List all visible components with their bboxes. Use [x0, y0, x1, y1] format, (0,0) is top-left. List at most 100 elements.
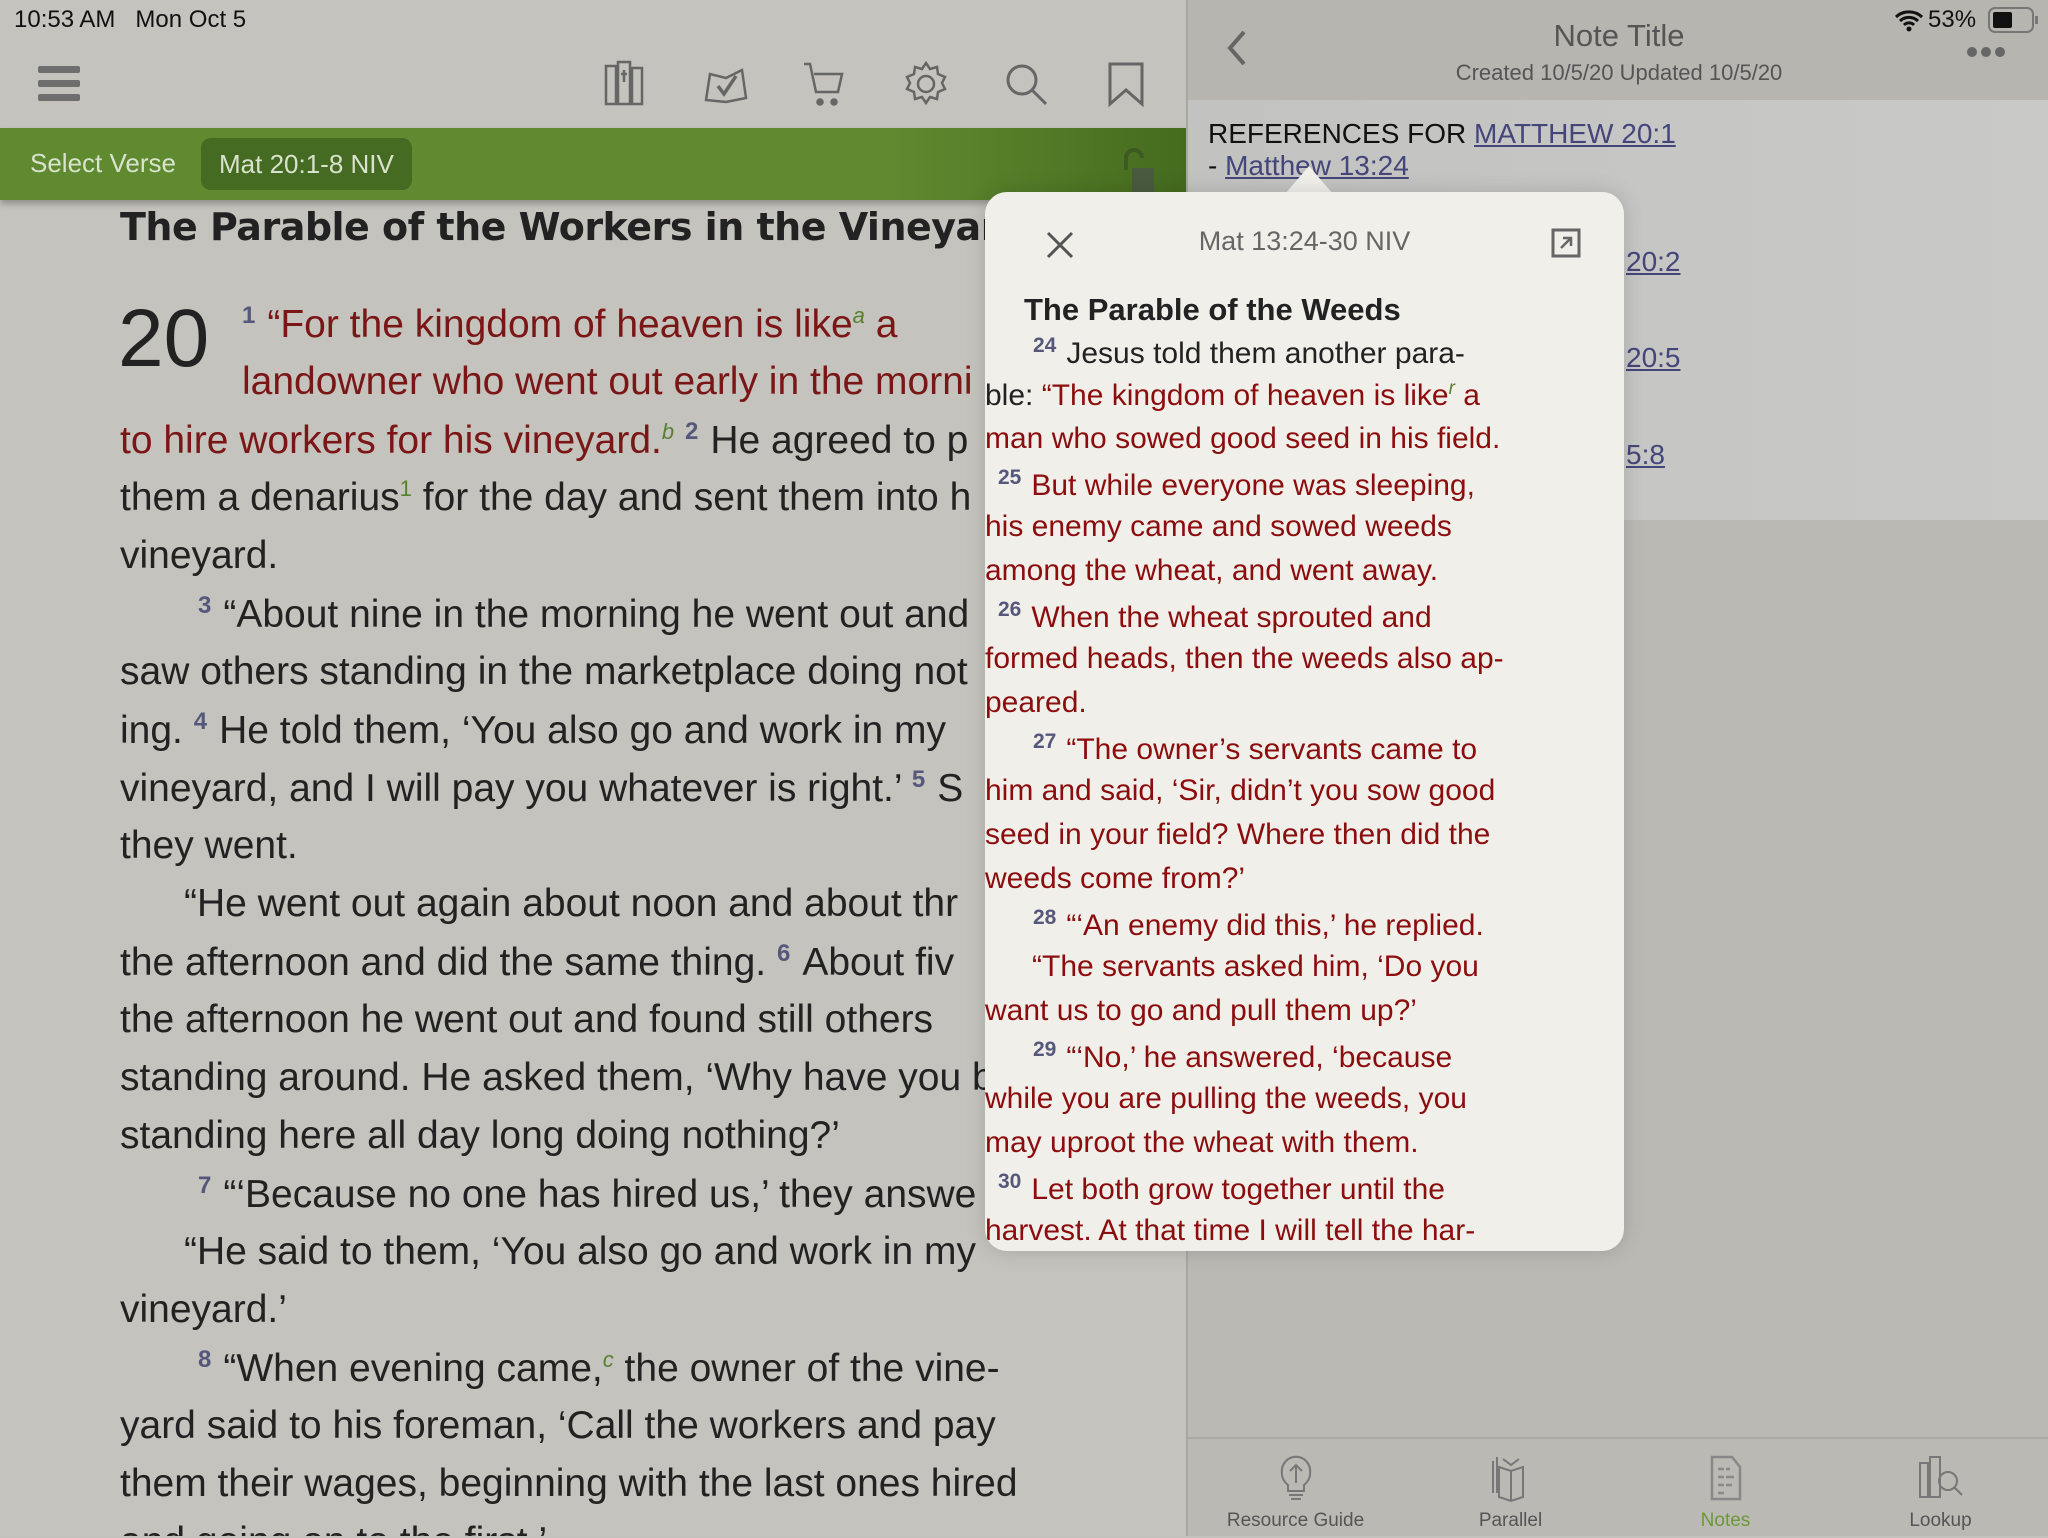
- text-line: ing. 4 He told them, ‘You also go and wor…: [120, 708, 946, 753]
- verse-number: 7: [198, 1172, 212, 1199]
- verse-popover: Mat 13:24-30 NIV The Parable of the Weed…: [985, 192, 1624, 1251]
- text-line: vineyard.: [120, 534, 278, 578]
- text-line: the afternoon he went out and found stil…: [120, 998, 933, 1042]
- reading-plan-icon[interactable]: [702, 60, 750, 108]
- text-line: seed in your field? Where then did the: [985, 818, 1490, 852]
- words-of-christ: man who sowed good seed in his field.: [985, 422, 1501, 455]
- words-of-christ: harvest. At that time I will tell the ha…: [985, 1214, 1476, 1247]
- verse-number: 24: [1033, 334, 1057, 357]
- words-of-christ: Let both grow together until the: [1031, 1173, 1445, 1206]
- text-line: 24 Jesus told them another para-: [1033, 334, 1465, 371]
- text-line: want us to go and pull them up?’: [985, 994, 1417, 1028]
- verse-text: vineyard.’: [120, 1288, 287, 1331]
- note-header: Note Title Created 10/5/20 Updated 10/5/…: [1188, 0, 2048, 100]
- verse-text: About fiv: [802, 941, 955, 984]
- search-icon[interactable]: [1002, 60, 1050, 108]
- words-of-christ: When the wheat sprouted and: [1031, 601, 1432, 634]
- verse-text: “About nine in the morning he went out a…: [223, 593, 970, 636]
- verse-number: 27: [1033, 730, 1057, 753]
- bottom-tab-bar: Resource Guide Parallel Notes Lookup: [1188, 1437, 2048, 1536]
- words-of-christ: formed heads, then the weeds also ap-: [985, 642, 1504, 675]
- words-of-christ: may uproot the wheat with them.: [985, 1126, 1419, 1159]
- text-line: 3 “About nine in the morning he went out …: [198, 592, 969, 637]
- words-of-christ: seed in your field? Where then did the: [985, 818, 1491, 851]
- verse-number: 29: [1033, 1038, 1057, 1061]
- reference-button[interactable]: Mat 20:1-8 NIV: [201, 138, 412, 190]
- text-line: his enemy came and sowed weeds: [985, 510, 1452, 544]
- verse-text: “When evening came,: [223, 1347, 603, 1390]
- words-of-christ: among the wheat, and went away.: [985, 554, 1439, 587]
- text-line: 25 But while everyone was sleeping,: [998, 466, 1475, 503]
- verse-text: the afternoon he went out and found stil…: [120, 998, 934, 1041]
- text-line: the afternoon and did the same thing. 6A…: [120, 940, 954, 985]
- library-icon[interactable]: [602, 60, 650, 108]
- text-line: 28 “‘An enemy did this,’ he replied.: [1033, 906, 1484, 943]
- text-line: among the wheat, and went away.: [985, 554, 1438, 588]
- tab-resource-guide[interactable]: Resource Guide: [1188, 1439, 1403, 1538]
- footnote-marker[interactable]: c: [603, 1347, 614, 1372]
- words-of-christ: a: [864, 303, 898, 346]
- battery-icon: [1988, 7, 2038, 33]
- verse-text: the afternoon and did the same thing.: [120, 941, 777, 984]
- text-line: harvest. At that time I will tell the ha…: [985, 1214, 1475, 1248]
- words-of-christ: But while everyone was sleeping,: [1031, 469, 1475, 502]
- text-line: 27 “The owner’s servants came to: [1033, 730, 1477, 767]
- lightbulb-icon: [1280, 1455, 1311, 1500]
- gear-icon[interactable]: [902, 60, 950, 108]
- ref-link-matthew-20-1[interactable]: MATTHEW 20:1: [1474, 118, 1676, 149]
- verse-text: “He said to them, ‘You also go and work …: [184, 1230, 976, 1273]
- text-line: while you are pulling the weeds, you: [985, 1082, 1467, 1116]
- more-icon[interactable]: [1966, 46, 2006, 58]
- words-of-christ: “‘No,’ he answered, ‘because: [1066, 1041, 1453, 1074]
- text-line: weeds come from?’: [985, 862, 1245, 896]
- verse-number: 30: [998, 1170, 1022, 1193]
- text-line: and going on to the first.’: [120, 1520, 547, 1536]
- verse-text: vineyard.: [120, 534, 279, 577]
- text-line: they went.: [120, 824, 298, 868]
- footnote-marker[interactable]: a: [853, 303, 865, 328]
- verse-text: yard said to his foreman, ‘Call the work…: [120, 1404, 996, 1447]
- ref-link[interactable]: 5:8: [1626, 439, 1665, 471]
- text-line: vineyard.’: [120, 1288, 287, 1332]
- verse-text: He agreed to p: [710, 419, 969, 462]
- verse-number: 25: [998, 466, 1022, 489]
- notes-icon: [1710, 1455, 1741, 1501]
- tab-notes[interactable]: Notes: [1618, 1439, 1833, 1538]
- tab-parallel[interactable]: Parallel: [1403, 1439, 1618, 1538]
- text-line: man who sowed good seed in his field.: [985, 422, 1500, 456]
- text-line: “He said to them, ‘You also go and work …: [184, 1230, 976, 1274]
- verse-number: 4: [193, 708, 208, 735]
- bookmark-icon[interactable]: [1102, 60, 1150, 108]
- text-line: ble: “The kingdom of heaven is liker a: [985, 378, 1480, 413]
- text-line: yard said to his foreman, ‘Call the work…: [120, 1404, 996, 1448]
- text-line: them a denarius1 for the day and sent th…: [120, 476, 971, 520]
- verse-number: 6: [776, 940, 791, 967]
- text-line: 7 “‘Because no one has hired us,’ they an…: [198, 1172, 976, 1217]
- unlock-icon[interactable]: [1118, 146, 1166, 196]
- verse-number: 1: [242, 302, 256, 329]
- tab-lookup[interactable]: Lookup: [1833, 1439, 2048, 1538]
- ref-link[interactable]: 20:2: [1626, 246, 1681, 278]
- words-of-christ: “The kingdom of heaven is like: [1041, 379, 1449, 412]
- battery-percent: 53%: [1928, 6, 1977, 33]
- text-line: standing around. He asked them, ‘Why hav…: [120, 1056, 994, 1100]
- words-of-christ: “The owner’s servants came to: [1066, 733, 1478, 766]
- verse-text: for the day and sent them into h: [411, 476, 972, 519]
- lookup-icon: [1918, 1456, 1963, 1498]
- words-of-christ: “The servants asked him, ‘Do you: [1032, 950, 1479, 983]
- verse-text: Jesus told them another para-: [1066, 337, 1465, 370]
- popover-heading: The Parable of the Weeds: [1024, 292, 1401, 327]
- footnote-marker[interactable]: b: [662, 419, 674, 444]
- ref-link[interactable]: 20:5: [1626, 342, 1681, 374]
- cart-icon[interactable]: [802, 60, 850, 108]
- words-of-christ: want us to go and pull them up?’: [985, 994, 1417, 1027]
- open-external-icon[interactable]: [1551, 228, 1581, 258]
- footnote-marker[interactable]: 1: [400, 476, 412, 501]
- menu-icon[interactable]: [36, 60, 84, 108]
- select-verse-button[interactable]: Select Verse: [30, 148, 176, 179]
- words-of-christ: [674, 419, 685, 462]
- section-heading: The Parable of the Workers in the Vineya…: [120, 205, 1026, 249]
- words-of-christ: a: [1454, 379, 1480, 412]
- verse-text: them their wages, beginning with the las…: [120, 1462, 1018, 1505]
- popover-arrow: [1285, 166, 1333, 194]
